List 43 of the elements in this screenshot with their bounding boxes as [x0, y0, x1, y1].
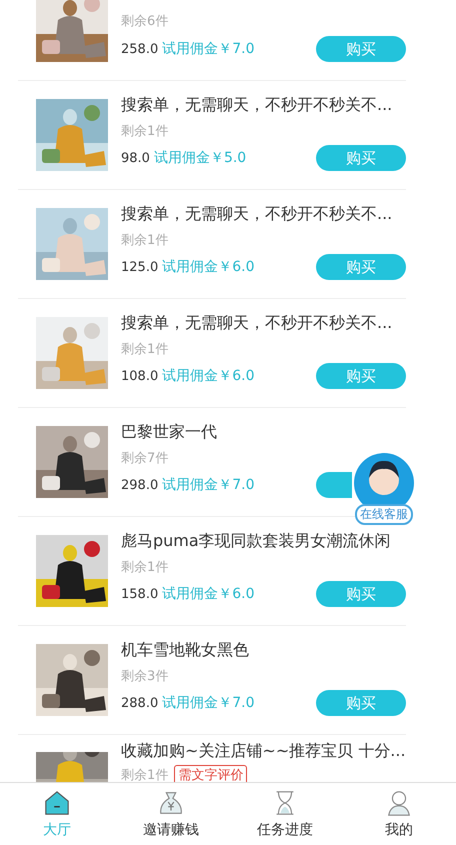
product-title: 搜索单，无需聊天，不秒开不秒关不...	[121, 204, 394, 225]
nav-tab[interactable]: 我的	[342, 783, 456, 845]
stock-count: 剩余6件	[121, 12, 168, 30]
product-title: 搜索单，无需聊天，不秒开不秒关不...	[121, 313, 394, 334]
buy-button[interactable]: 购买	[316, 36, 406, 62]
price: 108.0	[121, 368, 158, 384]
price: 298.0	[121, 478, 158, 492]
commission: 试用佣金￥6.0	[162, 585, 256, 603]
price: 288.0	[121, 696, 158, 710]
house-icon	[43, 789, 71, 817]
buy-button[interactable]: 购买	[316, 145, 406, 171]
stock-count: 剩余7件	[121, 450, 168, 466]
commission: 试用佣金￥6.0	[162, 258, 256, 276]
commission: 试用佣金￥7.0	[162, 40, 256, 58]
nav-tab[interactable]: 邀请赚钱	[114, 783, 228, 845]
buy-button[interactable]: 购买	[316, 581, 406, 607]
nav-tab[interactable]: 任务进度	[228, 783, 342, 845]
price: 258.0	[121, 42, 158, 56]
stock-count: 剩余1件	[121, 767, 168, 784]
price: 125.0	[121, 260, 158, 274]
price: 158.0	[121, 586, 158, 602]
product-title: 彪马puma李现同款套装男女潮流休闲	[121, 531, 392, 552]
product-title: 巴黎世家一代	[121, 422, 218, 443]
commission: 试用佣金￥5.0	[154, 149, 248, 167]
commission: 试用佣金￥7.0	[162, 694, 256, 712]
stock-count: 剩余1件	[121, 232, 168, 248]
stock-count: 剩余1件	[121, 122, 168, 140]
product-title: 机车雪地靴女黑色	[121, 640, 250, 661]
product-title: 收藏加购~关注店铺~~推荐宝贝 十分...	[121, 741, 406, 762]
commission: 试用佣金￥6.0	[162, 367, 256, 385]
stock-count: 剩余1件	[121, 558, 168, 576]
online-service-label[interactable]: 在线客服	[355, 504, 413, 525]
person-icon	[385, 789, 413, 817]
buy-button[interactable]: 购买	[316, 690, 406, 716]
buy-button[interactable]: 购买	[316, 254, 406, 280]
buy-button[interactable]: 购买	[316, 363, 406, 389]
stock-count: 剩余1件	[121, 340, 168, 358]
price: 98.0	[121, 150, 150, 166]
money-bag-icon	[157, 789, 185, 817]
stock-count: 剩余3件	[121, 668, 168, 684]
nav-tab[interactable]: 大厅	[0, 783, 114, 845]
commission: 试用佣金￥7.0	[162, 476, 256, 494]
product-title: 搜索单，无需聊天，不秒开不秒关不...	[121, 95, 394, 116]
